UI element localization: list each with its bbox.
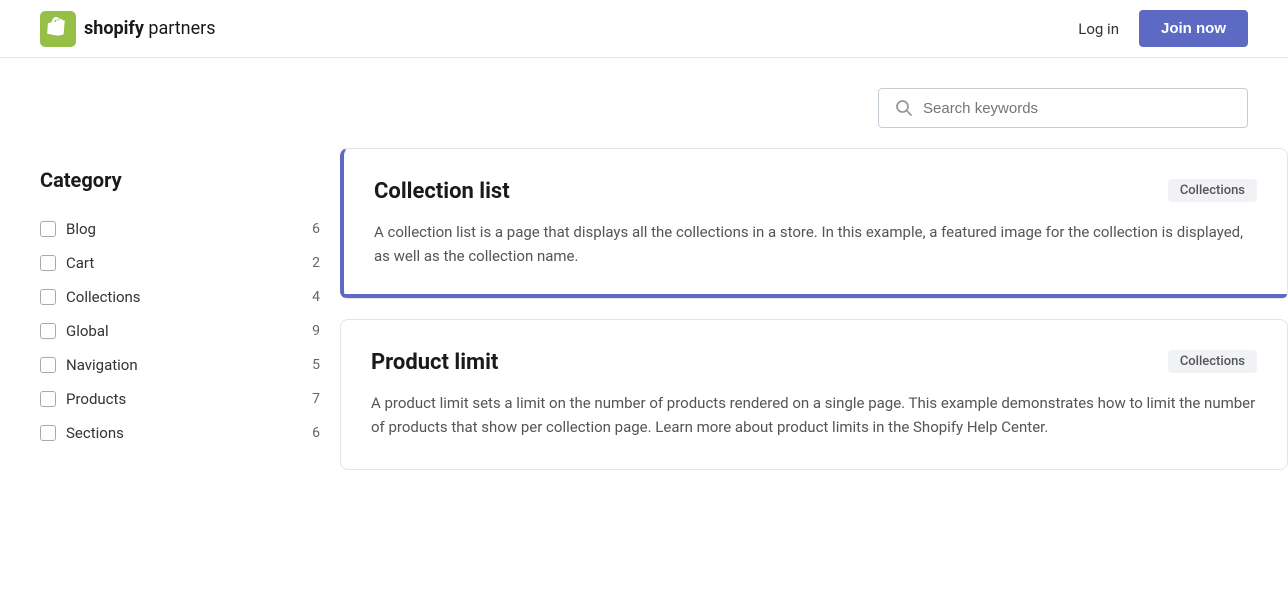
category-title: Category xyxy=(40,168,320,192)
checkbox-global[interactable] xyxy=(40,323,56,339)
sidebar-item-blog[interactable]: Blog 6 xyxy=(40,212,320,246)
shopify-logo-icon xyxy=(40,11,76,47)
checkbox-blog[interactable] xyxy=(40,221,56,237)
search-box xyxy=(878,88,1248,128)
category-label: Collections xyxy=(66,288,302,306)
logo-area: shopify partners xyxy=(40,11,216,47)
category-label: Blog xyxy=(66,220,302,238)
search-area xyxy=(0,58,1288,148)
sidebar-item-global[interactable]: Global 9 xyxy=(40,314,320,348)
card-badge-0: Collections xyxy=(1168,179,1257,202)
cards-list: Collection list Collections A collection… xyxy=(340,148,1288,470)
category-label: Navigation xyxy=(66,356,302,374)
checkbox-cart[interactable] xyxy=(40,255,56,271)
category-list: Blog 6 Cart 2 Collections 4 Global 9 Nav… xyxy=(40,212,320,450)
join-now-button[interactable]: Join now xyxy=(1139,10,1248,47)
search-input[interactable] xyxy=(923,100,1231,117)
search-icon xyxy=(895,99,913,117)
checkbox-products[interactable] xyxy=(40,391,56,407)
card-1: Product limit Collections A product limi… xyxy=(340,319,1288,470)
main-layout: Category Blog 6 Cart 2 Collections 4 Glo… xyxy=(0,148,1288,490)
category-label: Products xyxy=(66,390,302,408)
sidebar-item-cart[interactable]: Cart 2 xyxy=(40,246,320,280)
category-count: 5 xyxy=(312,357,320,373)
card-top-1: Product limit Collections xyxy=(371,350,1257,375)
card-0: Collection list Collections A collection… xyxy=(340,148,1288,299)
category-count: 2 xyxy=(312,255,320,271)
category-count: 6 xyxy=(312,425,320,441)
sidebar-item-navigation[interactable]: Navigation 5 xyxy=(40,348,320,382)
category-count: 9 xyxy=(312,323,320,339)
card-badge-1: Collections xyxy=(1168,350,1257,373)
card-title-0: Collection list xyxy=(374,179,510,204)
checkbox-navigation[interactable] xyxy=(40,357,56,373)
logo-text: shopify partners xyxy=(84,18,216,39)
card-desc-0: A collection list is a page that display… xyxy=(374,220,1257,268)
sidebar-item-collections[interactable]: Collections 4 xyxy=(40,280,320,314)
sidebar-item-sections[interactable]: Sections 6 xyxy=(40,416,320,450)
category-count: 7 xyxy=(312,391,320,407)
category-label: Sections xyxy=(66,424,302,442)
category-label: Global xyxy=(66,322,302,340)
checkbox-collections[interactable] xyxy=(40,289,56,305)
card-top-0: Collection list Collections xyxy=(374,179,1257,204)
content-area: Collection list Collections A collection… xyxy=(320,148,1288,490)
sidebar-item-products[interactable]: Products 7 xyxy=(40,382,320,416)
checkbox-sections[interactable] xyxy=(40,425,56,441)
card-title-1: Product limit xyxy=(371,350,498,375)
sidebar: Category Blog 6 Cart 2 Collections 4 Glo… xyxy=(40,148,320,490)
card-desc-1: A product limit sets a limit on the numb… xyxy=(371,391,1257,439)
category-label: Cart xyxy=(66,254,302,272)
category-count: 6 xyxy=(312,221,320,237)
login-link[interactable]: Log in xyxy=(1078,20,1119,38)
header: shopify partners Log in Join now xyxy=(0,0,1288,58)
category-count: 4 xyxy=(312,289,320,305)
card-accent-bar xyxy=(344,294,1287,298)
header-actions: Log in Join now xyxy=(1078,10,1248,47)
